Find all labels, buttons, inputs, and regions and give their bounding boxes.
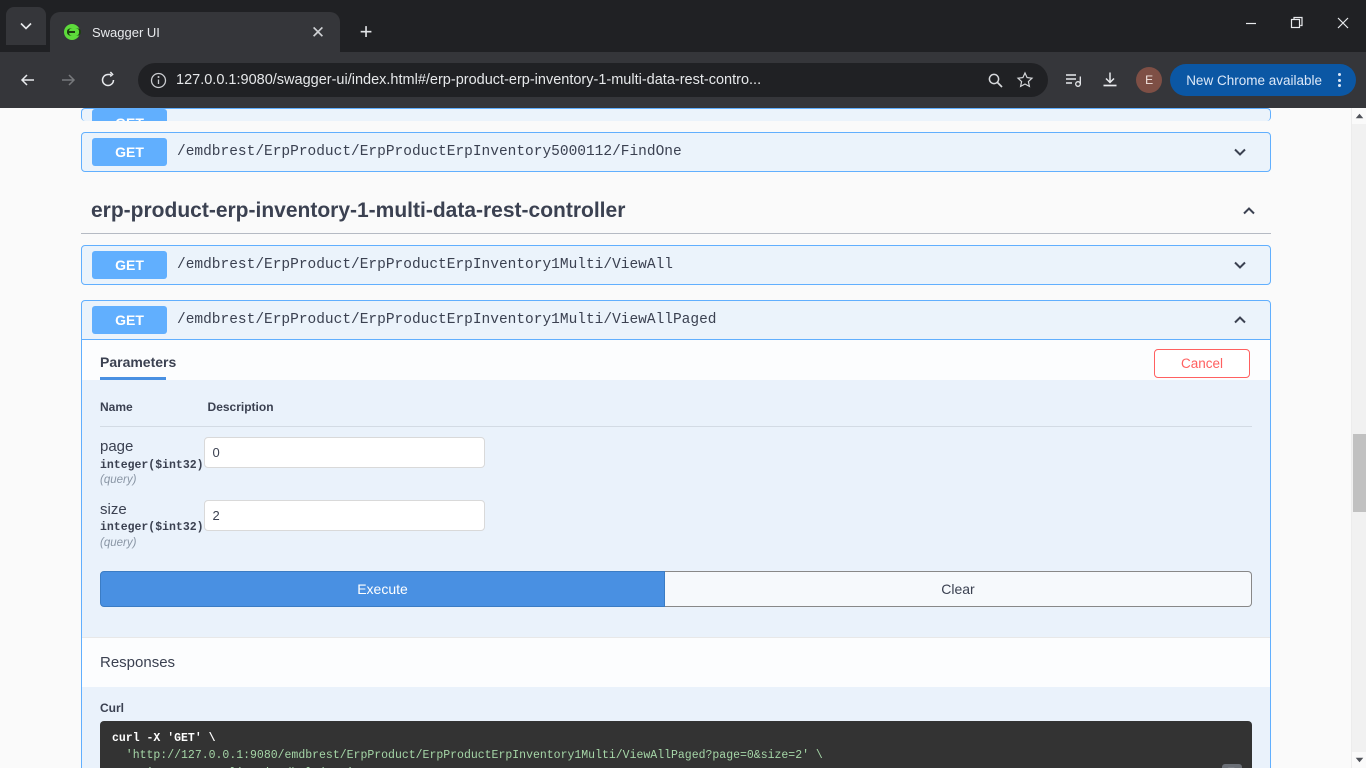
chevron-up-icon[interactable] xyxy=(1230,310,1250,330)
scroll-down-button[interactable] xyxy=(1352,752,1366,768)
execute-clear-row: Execute Clear xyxy=(100,553,1252,629)
arrow-left-icon xyxy=(20,74,34,86)
media-control-icon[interactable] xyxy=(1056,62,1092,98)
reload-button[interactable] xyxy=(90,62,126,98)
chrome-update-button[interactable]: New Chrome available xyxy=(1170,64,1356,96)
parameter-name: page xyxy=(100,438,134,455)
back-button[interactable] xyxy=(10,62,46,98)
parameter-location: (query) xyxy=(100,473,137,486)
triangle-down-icon xyxy=(1355,757,1364,763)
operation-path: /emdbrest/ErpProduct/ErpProductErpInvent… xyxy=(177,312,717,328)
new-tab-button[interactable]: + xyxy=(350,16,382,48)
clipboard-copy-icon[interactable] xyxy=(1222,763,1242,768)
chevron-down-icon[interactable] xyxy=(1230,255,1250,275)
operation-tabs-row: Parameters Cancel xyxy=(82,340,1270,380)
tag-title: erp-product-erp-inventory-1-multi-data-r… xyxy=(91,199,626,222)
operation-path: /emdbrest/ErpProduct/ErpProductErpInvent… xyxy=(177,144,682,160)
execute-button[interactable]: Execute xyxy=(100,570,665,607)
address-bar[interactable]: 127.0.0.1:9080/swagger-ui/index.html#/er… xyxy=(138,63,1049,97)
operation-path: /emdbrest/ErpProduct/ErpProductErpInvent… xyxy=(177,257,673,273)
column-header-name: Name xyxy=(100,400,204,427)
operation-body: Parameters Cancel Name Description page … xyxy=(82,339,1270,768)
http-method-badge: GET xyxy=(92,306,167,334)
chevron-down-icon[interactable] xyxy=(1230,142,1250,162)
http-method-badge: GET xyxy=(92,251,167,279)
chevron-up-icon[interactable] xyxy=(1239,201,1259,221)
parameter-meta: page integer($int32) (query) xyxy=(100,427,204,490)
chevron-down-icon xyxy=(20,22,32,30)
arrow-right-icon xyxy=(62,74,76,86)
parameter-meta: size integer($int32) (query) xyxy=(100,490,204,553)
tag-header[interactable]: erp-product-erp-inventory-1-multi-data-r… xyxy=(81,199,1271,234)
parameters-section: Name Description page integer($int32) (q… xyxy=(82,380,1270,637)
chrome-update-label: New Chrome available xyxy=(1186,72,1322,88)
forward-button[interactable] xyxy=(50,62,86,98)
column-header-description: Description xyxy=(203,400,1252,427)
scroll-up-button[interactable] xyxy=(1352,108,1366,124)
http-method-badge: GET xyxy=(92,109,167,121)
curl-code-block[interactable]: curl -X 'GET' \ 'http://127.0.0.1:9080/e… xyxy=(100,720,1252,768)
responses-body: Curl curl -X 'GET' \ 'http://127.0.0.1:9… xyxy=(82,686,1270,768)
restore-icon[interactable] xyxy=(1274,0,1320,46)
browser-toolbar: 127.0.0.1:9080/swagger-ui/index.html#/er… xyxy=(0,52,1366,108)
cancel-button[interactable]: Cancel xyxy=(1153,348,1250,378)
parameter-type: integer($int32) xyxy=(100,458,204,472)
curl-label: Curl xyxy=(100,700,124,715)
tab-search-button[interactable] xyxy=(6,7,46,45)
parameter-location: (query) xyxy=(100,536,137,549)
table-row: size integer($int32) (query) xyxy=(100,490,1252,553)
avatar[interactable]: E xyxy=(1136,67,1163,93)
http-method-badge: GET xyxy=(92,138,167,166)
close-icon[interactable]: ✕ xyxy=(306,20,330,44)
operation-summary-viewallpaged[interactable]: GET /emdbrest/ErpProduct/ErpProductErpIn… xyxy=(82,301,1270,339)
table-row: page integer($int32) (query) xyxy=(100,427,1252,490)
triangle-up-icon xyxy=(1355,113,1364,119)
search-icon[interactable] xyxy=(980,65,1010,95)
vertical-scrollbar[interactable] xyxy=(1351,108,1366,768)
operation-row-findone[interactable]: GET /emdbrest/ErpProduct/ErpProductErpIn… xyxy=(81,132,1271,172)
scrollbar-track[interactable] xyxy=(1352,124,1366,752)
parameter-input-page[interactable] xyxy=(203,437,485,468)
minimize-icon[interactable] xyxy=(1228,0,1274,46)
swagger-ui-page: GET GET /emdbrest/ErpProduct/ErpProductE… xyxy=(0,108,1352,768)
curl-line-1: curl -X 'GET' \ xyxy=(112,731,216,745)
parameters-table: Name Description page integer($int32) (q… xyxy=(100,400,1252,553)
parameter-value-cell xyxy=(203,490,1252,553)
reload-icon xyxy=(101,71,115,87)
clear-button[interactable]: Clear xyxy=(665,570,1252,607)
tab-parameters[interactable]: Parameters xyxy=(82,340,184,380)
page-viewport: GET GET /emdbrest/ErpProduct/ErpProductE… xyxy=(0,108,1366,768)
url-text[interactable]: 127.0.0.1:9080/swagger-ui/index.html#/er… xyxy=(176,72,980,88)
responses-heading: Responses xyxy=(82,636,1270,687)
window-controls xyxy=(1228,0,1366,46)
parameter-value-cell xyxy=(203,427,1252,490)
parameter-name: size xyxy=(100,500,127,518)
curl-line-2: 'http://127.0.0.1:9080/emdbrest/ErpProdu… xyxy=(112,749,823,763)
table-header-row: Name Description xyxy=(100,400,1252,427)
tab-title: Swagger UI xyxy=(92,24,160,40)
operation-row-partial[interactable]: GET xyxy=(81,108,1271,121)
star-icon[interactable] xyxy=(1010,65,1040,95)
operation-row-viewall[interactable]: GET /emdbrest/ErpProduct/ErpProductErpIn… xyxy=(81,245,1271,285)
parameter-type: integer($int32) xyxy=(100,521,204,535)
browser-window: Swagger UI ✕ + 127.0.0.1:9080/swagger-ui… xyxy=(0,0,1366,768)
three-dots-vertical-icon[interactable] xyxy=(1328,73,1350,87)
download-icon[interactable] xyxy=(1092,62,1128,98)
tag-section: erp-product-erp-inventory-1-multi-data-r… xyxy=(81,187,1271,234)
parameter-input-size[interactable] xyxy=(203,499,485,531)
close-icon[interactable] xyxy=(1320,0,1366,46)
info-circle-icon[interactable] xyxy=(144,66,172,94)
scrollbar-thumb[interactable] xyxy=(1353,434,1366,512)
swagger-logo-icon xyxy=(64,24,81,40)
browser-tab[interactable]: Swagger UI ✕ xyxy=(50,12,340,52)
tab-strip: Swagger UI ✕ + xyxy=(0,0,1366,52)
operation-row-viewallpaged-expanded: GET /emdbrest/ErpProduct/ErpProductErpIn… xyxy=(81,300,1271,768)
